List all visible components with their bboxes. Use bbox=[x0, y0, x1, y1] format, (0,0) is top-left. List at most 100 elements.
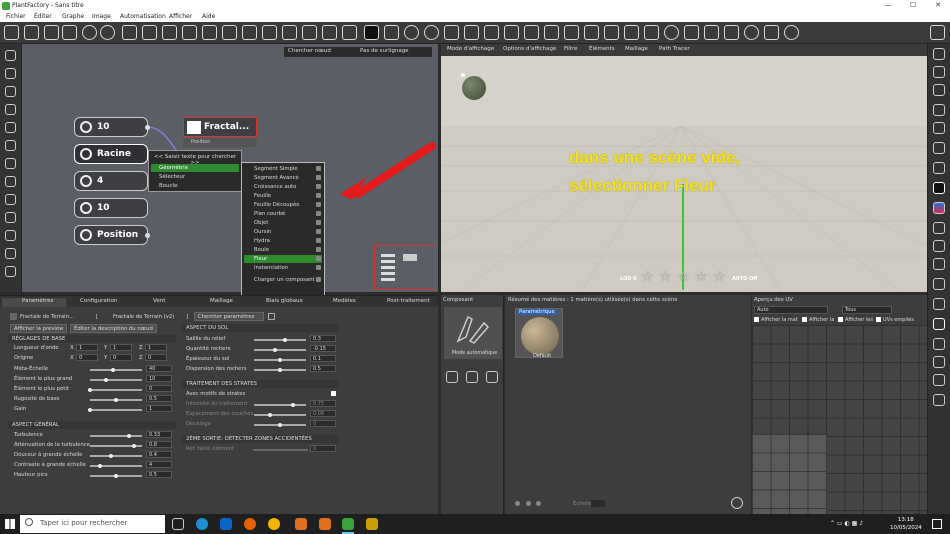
export-icon[interactable] bbox=[564, 25, 579, 40]
zoom-in-icon[interactable] bbox=[536, 501, 541, 506]
auto-label[interactable]: AUTO Off bbox=[732, 276, 757, 282]
component-thumbnail[interactable]: Mode automatique bbox=[444, 307, 502, 359]
submenu-item[interactable]: Instanciation bbox=[244, 264, 322, 272]
node-10b[interactable]: 10 bbox=[74, 198, 148, 218]
param-value-field[interactable]: 0.8 bbox=[146, 441, 172, 448]
panel-toggle-icon[interactable] bbox=[930, 25, 945, 40]
copy-panel-icon[interactable] bbox=[933, 222, 945, 234]
param-value-field[interactable]: 0.5 bbox=[310, 365, 336, 372]
explorer-icon[interactable] bbox=[366, 518, 378, 530]
lod-star-icon[interactable]: ☆ bbox=[641, 270, 656, 285]
tab-biais-globaux[interactable]: Biais globaux bbox=[266, 298, 303, 304]
redo-icon[interactable] bbox=[100, 25, 115, 40]
param-slider-knob[interactable] bbox=[278, 423, 282, 427]
menu-graphe[interactable]: Graphe bbox=[62, 13, 84, 20]
open-folder-icon[interactable] bbox=[24, 25, 39, 40]
box-select-icon[interactable] bbox=[444, 25, 459, 40]
node-icon[interactable] bbox=[5, 248, 16, 259]
plantfactory-taskbar-icon[interactable] bbox=[342, 518, 354, 530]
origin-x-field[interactable]: 0 bbox=[76, 354, 98, 361]
delete-icon[interactable] bbox=[242, 25, 257, 40]
settings-icon[interactable] bbox=[584, 25, 599, 40]
leaf-cut-icon[interactable] bbox=[5, 122, 16, 133]
ref-size-field[interactable]: 0 bbox=[310, 445, 336, 452]
node-name-field[interactable]: Fractale de Terrain... bbox=[20, 314, 74, 320]
trash-icon[interactable] bbox=[268, 313, 275, 320]
info-icon[interactable] bbox=[744, 25, 759, 40]
bars-icon[interactable] bbox=[644, 25, 659, 40]
leaf-edit-icon[interactable] bbox=[933, 104, 945, 116]
section-rough-zones[interactable]: 2ÈME SORTIE: DÉTECTER ZONES ACCIDENTÉES bbox=[182, 435, 338, 443]
library-icon[interactable] bbox=[704, 25, 719, 40]
menu-elements[interactable]: Éléments bbox=[589, 46, 615, 52]
table-icon[interactable] bbox=[322, 25, 337, 40]
submenu-item[interactable]: Feuille bbox=[244, 192, 322, 200]
param-value-field[interactable]: 0.3 bbox=[310, 335, 336, 342]
ref-size-slider[interactable] bbox=[253, 449, 308, 451]
submenu-item[interactable]: Segment Simple bbox=[244, 165, 322, 173]
orbit-tool-icon[interactable] bbox=[424, 25, 439, 40]
fruit-edit-icon[interactable] bbox=[933, 122, 945, 134]
param-value-field[interactable]: 0.1 bbox=[310, 355, 336, 362]
palm-icon[interactable] bbox=[5, 212, 16, 223]
image-icon[interactable] bbox=[5, 266, 16, 277]
reset-icon[interactable] bbox=[526, 501, 531, 506]
lod-star-icon[interactable]: ☆ bbox=[695, 270, 710, 285]
submenu-item[interactable]: Charger un composant bbox=[244, 276, 322, 284]
firefox-icon[interactable] bbox=[244, 518, 256, 530]
tab-configuration[interactable]: Configuration bbox=[80, 298, 117, 304]
stack-icon[interactable] bbox=[624, 25, 639, 40]
submenu-item[interactable]: Segment Avancé bbox=[244, 174, 322, 182]
menu-path-tracer[interactable]: Path Tracer bbox=[659, 46, 690, 52]
param-value-field[interactable]: 0 bbox=[310, 420, 336, 427]
bars-panel-icon[interactable] bbox=[933, 258, 945, 270]
param-slider-knob[interactable] bbox=[283, 338, 288, 342]
chrome-icon[interactable] bbox=[268, 518, 280, 530]
context-search-hint[interactable]: << Saisir texte pour chercher >> bbox=[151, 153, 239, 166]
param-slider-knob[interactable] bbox=[108, 454, 113, 458]
param-slider[interactable] bbox=[90, 389, 142, 391]
new-file-icon[interactable] bbox=[4, 25, 19, 40]
param-slider-knob[interactable] bbox=[291, 403, 295, 407]
param-value-field[interactable]: -0.15 bbox=[310, 345, 336, 352]
uv-filter-select[interactable]: Tous bbox=[842, 306, 892, 314]
menu-display-options[interactable]: Options d'affichage bbox=[503, 46, 556, 52]
wavelength-z-field[interactable]: 1 bbox=[145, 344, 167, 351]
tab-maillage[interactable]: Maillage bbox=[210, 298, 233, 304]
notifications-icon[interactable] bbox=[932, 519, 942, 529]
search-params-field[interactable]: Chercher paramètres bbox=[194, 312, 264, 321]
param-slider[interactable] bbox=[90, 435, 142, 437]
taskbar-search[interactable]: Taper ici pour rechercher bbox=[20, 515, 165, 533]
cloud-icon[interactable] bbox=[933, 374, 945, 386]
param-slider-knob[interactable] bbox=[278, 358, 282, 362]
menu-afficher[interactable]: Afficher bbox=[169, 13, 192, 20]
menu-editer[interactable]: Éditer bbox=[34, 13, 52, 20]
param-slider-knob[interactable] bbox=[98, 464, 103, 468]
vine-icon[interactable] bbox=[5, 158, 16, 169]
uv-grid-icon[interactable] bbox=[933, 318, 945, 330]
copy-icon[interactable] bbox=[202, 25, 217, 40]
scale-field[interactable] bbox=[591, 500, 605, 507]
help-icon[interactable] bbox=[784, 25, 799, 40]
frame-panel-icon[interactable] bbox=[933, 298, 945, 310]
param-value-field[interactable]: 0.5 bbox=[146, 395, 172, 402]
camera-icon[interactable] bbox=[544, 25, 559, 40]
sprout-icon[interactable] bbox=[933, 142, 945, 154]
uv-checkbox[interactable] bbox=[754, 317, 759, 322]
param-slider-knob[interactable] bbox=[88, 388, 92, 392]
tab-vent[interactable]: Vent bbox=[153, 298, 165, 304]
menu-display-mode[interactable]: Mode d'affichage bbox=[447, 46, 494, 52]
lod-star-icon[interactable]: ☆ bbox=[659, 270, 674, 285]
group-icon[interactable] bbox=[282, 25, 297, 40]
param-slider-knob[interactable] bbox=[127, 434, 131, 438]
param-slider[interactable] bbox=[90, 379, 142, 381]
menu-mesh[interactable]: Maillage bbox=[625, 46, 648, 52]
export-panel-icon[interactable] bbox=[933, 240, 945, 252]
bounding-box-icon[interactable] bbox=[484, 25, 499, 40]
material-thumbnail[interactable]: Paramétrique Default bbox=[515, 308, 563, 359]
strata-pattern-checkbox[interactable] bbox=[331, 391, 336, 396]
cube-icon[interactable] bbox=[122, 25, 137, 40]
pin-icon[interactable] bbox=[764, 25, 779, 40]
param-slider-knob[interactable] bbox=[132, 444, 137, 448]
submenu-item[interactable]: Croissance auto bbox=[244, 183, 322, 191]
